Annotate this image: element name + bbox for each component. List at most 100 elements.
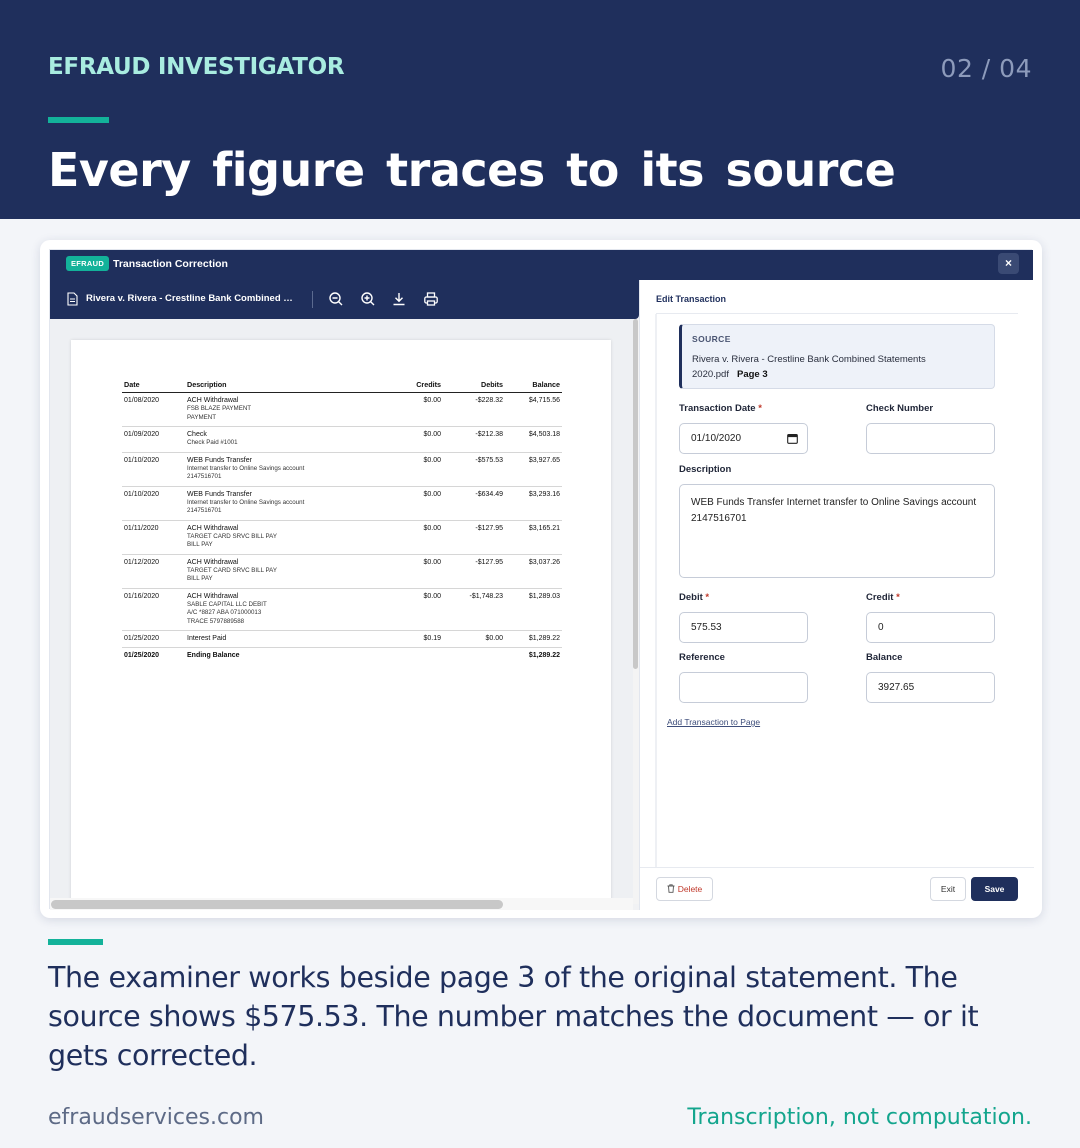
transaction-date-field[interactable]: 01/10/2020 xyxy=(679,423,808,454)
balance-cell: $4,715.56 xyxy=(505,392,562,427)
table-row: 01/10/2020 WEB Funds Transfer Internet tra… xyxy=(122,452,562,487)
description-cell: Ending Balance xyxy=(185,648,388,665)
delete-label: Delete xyxy=(677,884,703,894)
zoom-in-icon[interactable] xyxy=(360,291,376,307)
add-transaction-link[interactable]: Add Transaction to Page xyxy=(667,717,760,727)
description-label: Description xyxy=(679,464,732,475)
print-icon[interactable] xyxy=(423,291,439,307)
date-cell: 01/12/2020 xyxy=(122,554,185,589)
balance-cell: $4,503.18 xyxy=(505,426,562,453)
required-marker: * xyxy=(758,403,762,414)
debit-cell xyxy=(443,648,505,665)
balance-label: Balance xyxy=(866,652,903,663)
transaction-correction-window: EFRAUD Transaction Correction × Rivera v… xyxy=(49,249,1034,910)
editor-scroll-track xyxy=(655,314,657,867)
description-cell: WEB Funds Transfer Internet transfer to O… xyxy=(185,452,388,487)
check-number-field[interactable] xyxy=(866,423,995,454)
credit-cell: $0.00 xyxy=(388,588,443,631)
save-button[interactable]: Save xyxy=(971,877,1018,901)
description-detail: TRACE 5797889588 xyxy=(187,617,245,625)
calendar-icon[interactable] xyxy=(787,433,798,444)
description-main: Check xyxy=(187,431,207,438)
credit-cell: $0.00 xyxy=(388,452,443,487)
balance-cell: $1,289.22 xyxy=(505,630,562,648)
hero-banner: EFRAUD INVESTIGATOR 02 / 04 Every figure… xyxy=(0,0,1080,219)
delete-button[interactable]: Delete xyxy=(656,877,713,901)
debit-field[interactable]: 575.53 xyxy=(679,612,808,643)
source-page: Page 3 xyxy=(736,369,768,380)
horizontal-scrollbar[interactable] xyxy=(50,898,633,910)
table-header-row: Date Description Credits Debits Balance xyxy=(122,380,562,393)
close-button[interactable]: × xyxy=(998,253,1019,274)
exit-button[interactable]: Exit xyxy=(930,877,966,901)
description-detail: 2147516701 xyxy=(187,473,222,480)
debit-cell: $0.00 xyxy=(443,630,505,648)
description-cell: Check Check Paid #1001 xyxy=(185,426,388,453)
editor-footer: Delete Exit Save xyxy=(640,867,1034,910)
description-main: ACH Withdrawal xyxy=(187,592,239,600)
credit-cell: $0.00 xyxy=(388,486,443,521)
description-cell: Interest Paid xyxy=(185,630,388,648)
credit-cell: $0.00 xyxy=(388,520,443,555)
footer-tagline: Transcription, not computation. xyxy=(687,1105,1032,1130)
description-cell: ACH Withdrawal FSB BLAZE PAYMENT PAYMENT xyxy=(185,392,388,427)
description-field[interactable]: WEB Funds Transfer Internet transfer to … xyxy=(679,484,995,578)
page-counter: 02 / 04 xyxy=(940,54,1032,83)
debit-cell: -$127.95 xyxy=(443,554,505,589)
edit-transaction-panel: Edit Transaction SOURCE Rivera v. Rivera… xyxy=(639,280,1034,910)
date-cell: 01/25/2020 xyxy=(122,630,185,648)
balance-cell: $3,165.21 xyxy=(505,520,562,555)
source-file: Rivera v. Rivera - Crestline Bank Combin… xyxy=(692,354,926,380)
zoom-out-icon[interactable] xyxy=(328,291,344,307)
description-main: WEB Funds Transfer xyxy=(187,456,252,464)
description-main: Ending Balance xyxy=(187,652,240,659)
balance-field[interactable]: 3927.65 xyxy=(866,672,995,703)
debit-label: Debit * xyxy=(679,592,710,603)
debit-cell: -$1,748.23 xyxy=(443,588,505,631)
table-row: 01/10/2020 WEB Funds Transfer Internet tra… xyxy=(122,486,562,521)
description-cell: ACH Withdrawal SABLE CAPITAL LLC DEBIT A/C… xyxy=(185,588,388,631)
required-marker: * xyxy=(896,592,900,603)
debit-cell: -$228.32 xyxy=(443,392,505,427)
table-row: 01/25/2020 Ending Balance $1,289.22 xyxy=(122,648,562,665)
reference-label: Reference xyxy=(679,652,725,663)
horizontal-scroll-thumb[interactable] xyxy=(51,900,503,909)
accent-rule xyxy=(48,939,103,945)
column-header: Balance xyxy=(505,380,562,393)
required-marker: * xyxy=(705,592,710,603)
credit-label: Credit * xyxy=(866,592,900,603)
app-badge: EFRAUD xyxy=(66,256,110,271)
column-header: Description xyxy=(185,380,388,393)
editor-title: Edit Transaction xyxy=(656,294,727,304)
vertical-scroll-thumb[interactable] xyxy=(633,319,638,669)
source-label: SOURCE xyxy=(692,334,731,344)
trash-icon xyxy=(667,884,675,893)
description-detail: SABLE CAPITAL LLC DEBIT xyxy=(187,600,267,608)
date-cell: 01/09/2020 xyxy=(122,426,185,453)
description-cell: ACH Withdrawal TARGET CARD SRVC BILL PAY B… xyxy=(185,554,388,589)
app-titlebar: EFRAUD Transaction Correction × xyxy=(50,250,1033,280)
credit-field[interactable]: 0 xyxy=(866,612,995,643)
brand-label: EFRAUD INVESTIGATOR xyxy=(48,54,345,80)
description-detail: Internet transfer to Online Savings acco… xyxy=(187,498,305,506)
description-main: ACH Withdrawal xyxy=(187,524,239,532)
date-cell: 01/16/2020 xyxy=(122,588,185,631)
description-detail: TARGET CARD SRVC BILL PAY xyxy=(187,532,277,540)
check-number-label: Check Number xyxy=(866,403,934,414)
table-row: 01/09/2020 Check Check Paid #1001 $0.00 -$21… xyxy=(122,426,562,453)
transaction-date-value: 01/10/2020 xyxy=(691,433,742,444)
credit-cell xyxy=(388,648,443,665)
description-detail: FSB BLAZE PAYMENT xyxy=(187,405,252,412)
balance-cell: $3,037.26 xyxy=(505,554,562,589)
headline: Every figure traces to its source xyxy=(48,143,896,197)
date-cell: 01/10/2020 xyxy=(122,452,185,487)
footer-url[interactable]: efraudservices.com xyxy=(48,1105,264,1130)
download-icon[interactable] xyxy=(391,291,407,307)
debit-cell: -$212.38 xyxy=(443,426,505,453)
reference-field[interactable] xyxy=(679,672,808,703)
description-detail: BILL PAY xyxy=(187,575,213,582)
debit-cell: -$634.49 xyxy=(443,486,505,521)
description-main: ACH Withdrawal xyxy=(187,558,239,566)
balance-cell: $3,293.16 xyxy=(505,486,562,521)
pdf-scroll-area[interactable]: Date Description Credits Debits Balance … xyxy=(50,319,633,904)
